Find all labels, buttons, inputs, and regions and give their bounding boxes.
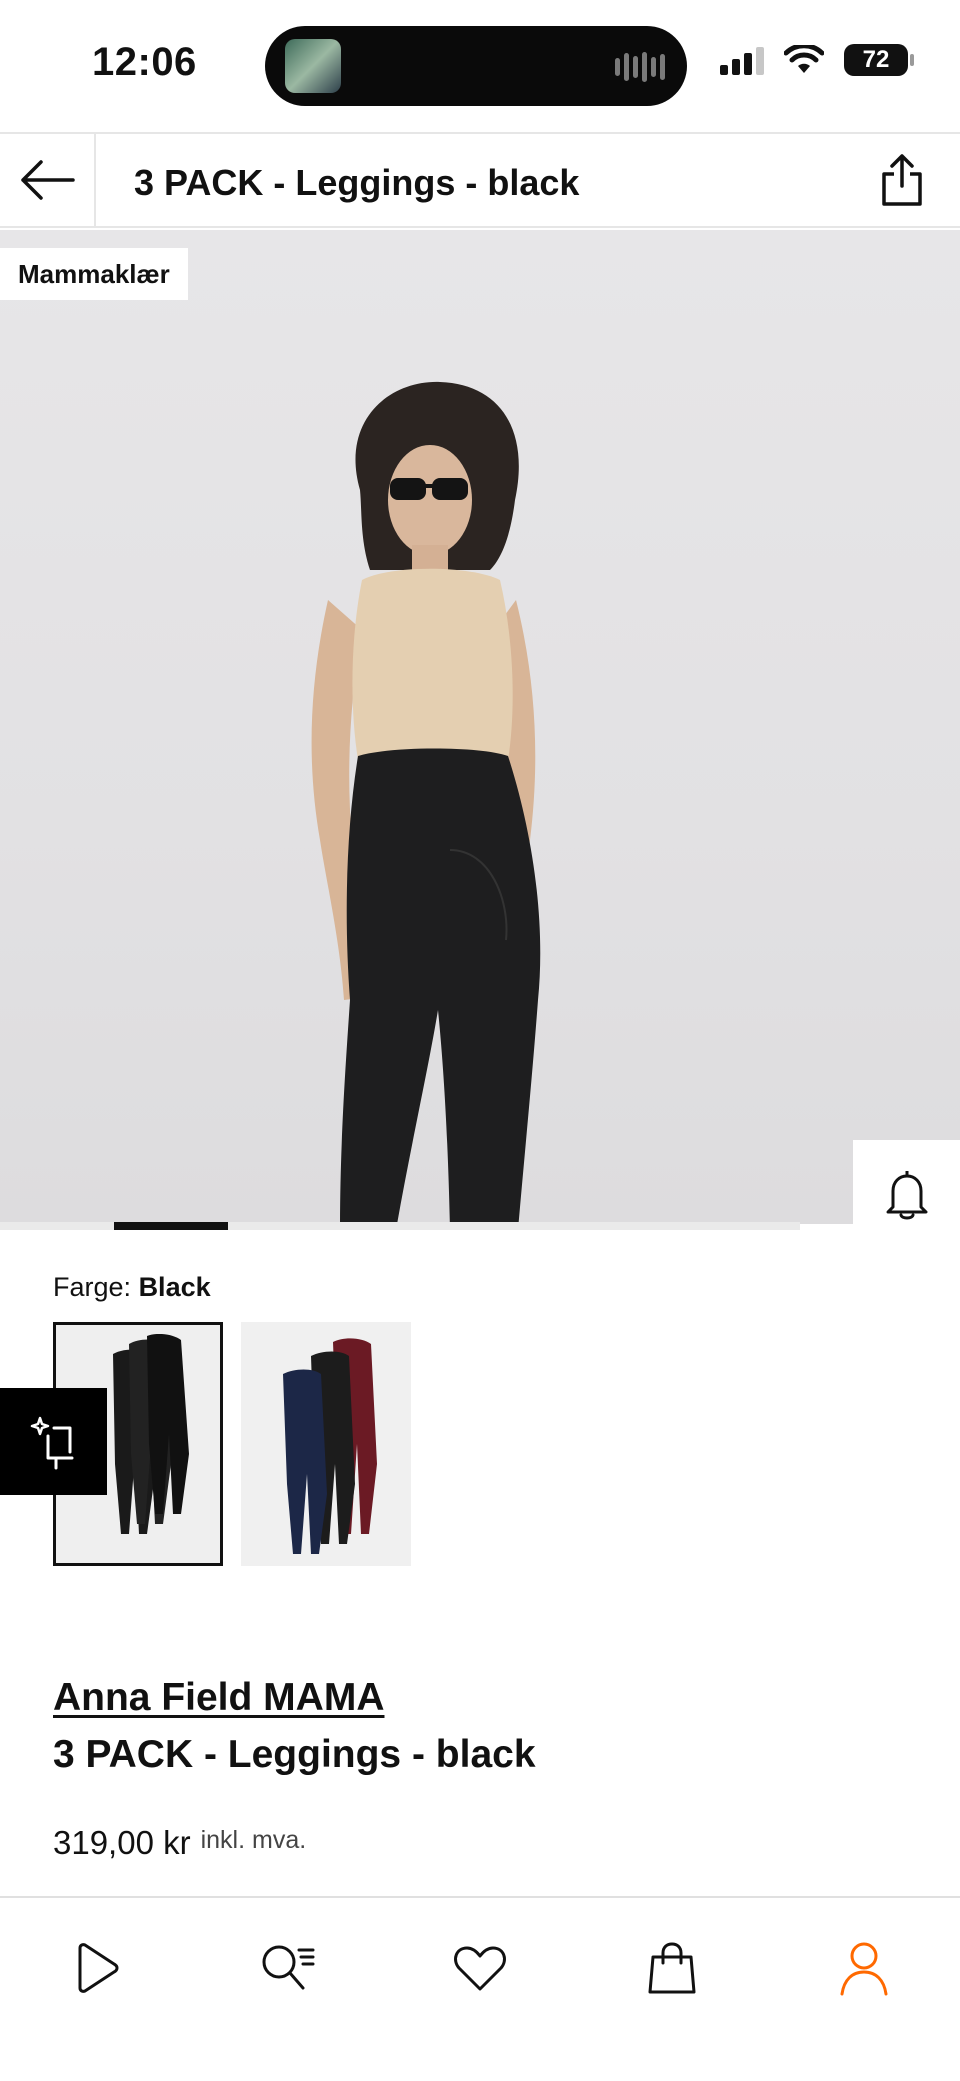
- sparkle-crop-icon: [30, 1416, 73, 1469]
- battery-level: 72: [862, 46, 890, 73]
- color-label-text: Farge:: [53, 1272, 132, 1302]
- search-list-icon: [262, 1945, 315, 1990]
- battery-icon: 72: [844, 44, 914, 76]
- nav-search[interactable]: [240, 1920, 336, 2016]
- wifi-icon: [784, 45, 824, 73]
- status-bar: 12:06 72: [0, 0, 960, 132]
- cellular-signal-icon: [720, 45, 764, 75]
- status-icons: 72: [720, 44, 914, 76]
- multicolor-leggings-thumbnail: [283, 1338, 377, 1554]
- audio-waveform-icon: [615, 52, 665, 82]
- top-navigation-bar: 3 PACK - Leggings - black: [0, 132, 960, 228]
- carousel-progress-indicator: [114, 1222, 228, 1230]
- vat-note: inkl. mva.: [200, 1826, 307, 1854]
- floating-actions: [853, 1140, 960, 1224]
- nav-bag[interactable]: [624, 1920, 720, 2016]
- category-badge: Mammaklær: [0, 248, 188, 300]
- bell-icon: [886, 1170, 927, 1219]
- user-icon: [840, 1942, 888, 1996]
- page-title: 3 PACK - Leggings - black: [134, 162, 580, 203]
- product-name: 3 PACK - Leggings - black: [53, 1733, 536, 1776]
- status-time: 12:06: [92, 40, 197, 84]
- bottom-navigation: [0, 1896, 960, 2081]
- product-image[interactable]: Mammaklær: [0, 230, 960, 1224]
- brand-link[interactable]: Anna Field MAMA: [53, 1676, 384, 1720]
- heart-icon: [454, 1946, 506, 1991]
- nav-profile[interactable]: [816, 1920, 912, 2016]
- model-photo: [311, 381, 541, 1224]
- share-button[interactable]: [872, 150, 932, 210]
- dynamic-island: [265, 26, 687, 106]
- shopping-bag-icon: [648, 1942, 696, 1994]
- price: 319,00 kr: [53, 1824, 191, 1861]
- now-playing-artwork: [285, 39, 341, 93]
- notify-button[interactable]: [853, 1140, 960, 1224]
- color-swatch-multi[interactable]: [241, 1322, 411, 1566]
- arrow-left-icon: [21, 160, 75, 200]
- share-icon: [882, 154, 922, 206]
- nav-wishlist[interactable]: [432, 1920, 528, 2016]
- color-value: Black: [138, 1272, 211, 1302]
- play-icon: [78, 1943, 119, 1993]
- back-button[interactable]: [0, 134, 96, 226]
- color-label: Farge: Black: [53, 1272, 211, 1303]
- nav-discover[interactable]: [48, 1920, 144, 2016]
- price-row: 319,00 kr inkl. mva.: [53, 1824, 306, 1862]
- ai-assistant-button[interactable]: [0, 1388, 107, 1495]
